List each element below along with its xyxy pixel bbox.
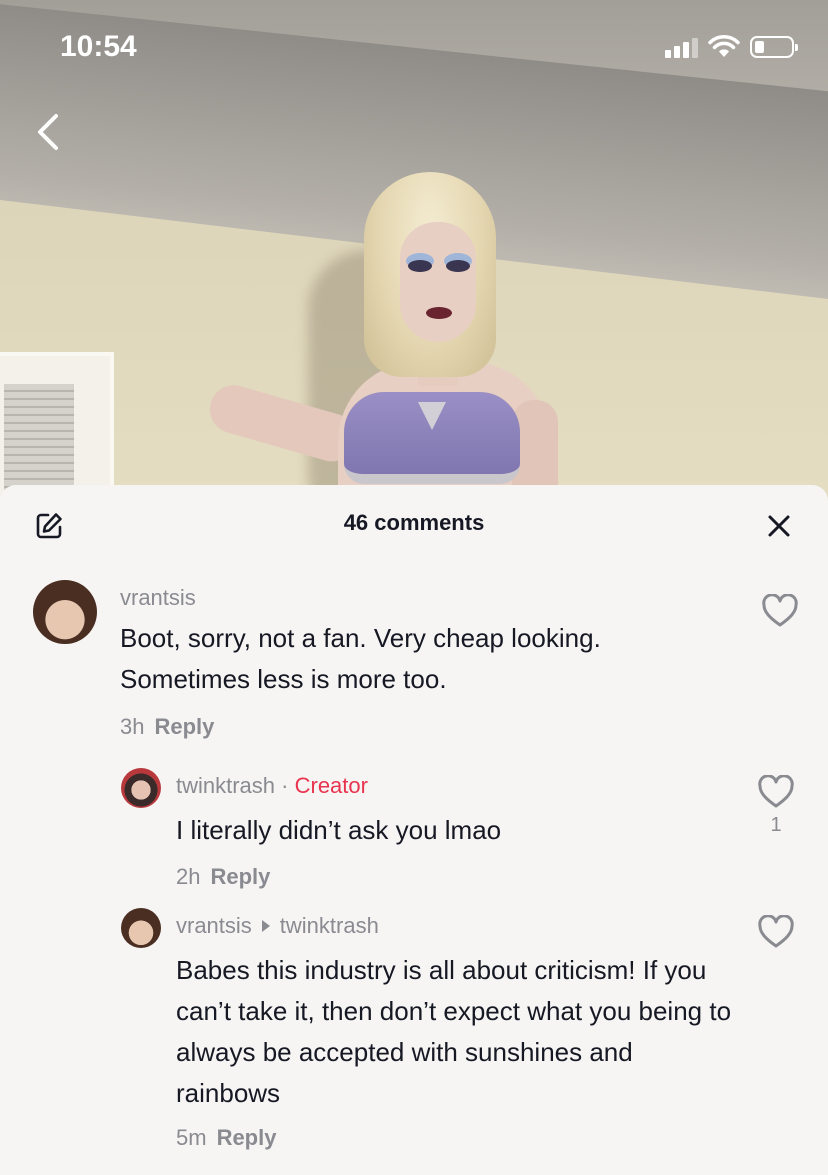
window-blinds: [4, 384, 74, 494]
creator-badge: Creator: [294, 773, 368, 798]
comment-time: 2h: [176, 864, 201, 889]
wifi-icon: [708, 35, 740, 57]
comment-meta: 3h Reply: [120, 714, 214, 740]
comment-text: I literally didn’t ask you lmao: [176, 815, 502, 845]
reply-button[interactable]: Reply: [217, 1125, 277, 1150]
heart-icon[interactable]: [757, 915, 795, 949]
comment-time: 5m: [176, 1125, 207, 1150]
close-icon[interactable]: [766, 513, 792, 539]
heart-icon[interactable]: [761, 594, 799, 628]
comment-time: 3h: [120, 714, 145, 739]
badge-separator: ·: [275, 773, 295, 798]
comment-count: 46 comments: [343, 510, 485, 535]
comment-username[interactable]: vrantsis: [120, 585, 196, 611]
window: [0, 352, 114, 500]
status-icons: [665, 35, 798, 59]
comment-text: Babes this industry is all about critici…: [176, 955, 732, 1108]
comment-username[interactable]: vrantsis: [176, 913, 252, 938]
signal-icon: [665, 36, 698, 58]
status-time: 10:54: [60, 30, 137, 63]
avatar[interactable]: [121, 768, 161, 808]
video-background[interactable]: [0, 0, 828, 520]
comment-username-row: twinktrash · Creator: [176, 773, 368, 799]
reply-button[interactable]: Reply: [154, 714, 214, 739]
avatar[interactable]: [121, 908, 161, 948]
performer-face: [400, 222, 476, 342]
comment-username[interactable]: twinktrash: [176, 773, 275, 798]
performer-costume-top: [344, 392, 520, 484]
back-chevron-icon[interactable]: [30, 110, 70, 154]
performer-lips: [426, 307, 452, 319]
comments-header: 46 comments: [0, 485, 828, 565]
comment-meta: 2h Reply: [176, 864, 270, 890]
performer-eye-left: [408, 260, 432, 272]
reply-arrow-icon: [261, 920, 270, 932]
reply-button[interactable]: Reply: [210, 864, 270, 889]
reply-to-username[interactable]: twinktrash: [280, 913, 379, 938]
avatar[interactable]: [33, 580, 97, 644]
performer-eye-right: [446, 260, 470, 272]
battery-icon: [750, 36, 798, 58]
comment-username-row: vrantsis twinktrash: [176, 913, 379, 939]
comment-text: Boot, sorry, not a fan. Very cheap looki…: [120, 623, 601, 694]
comments-sheet: 46 comments vrantsis Boot, sorry, not a …: [0, 485, 828, 1175]
heart-icon[interactable]: [757, 775, 795, 809]
comment-meta: 5m Reply: [176, 1125, 276, 1151]
like-count: 1: [770, 814, 782, 836]
